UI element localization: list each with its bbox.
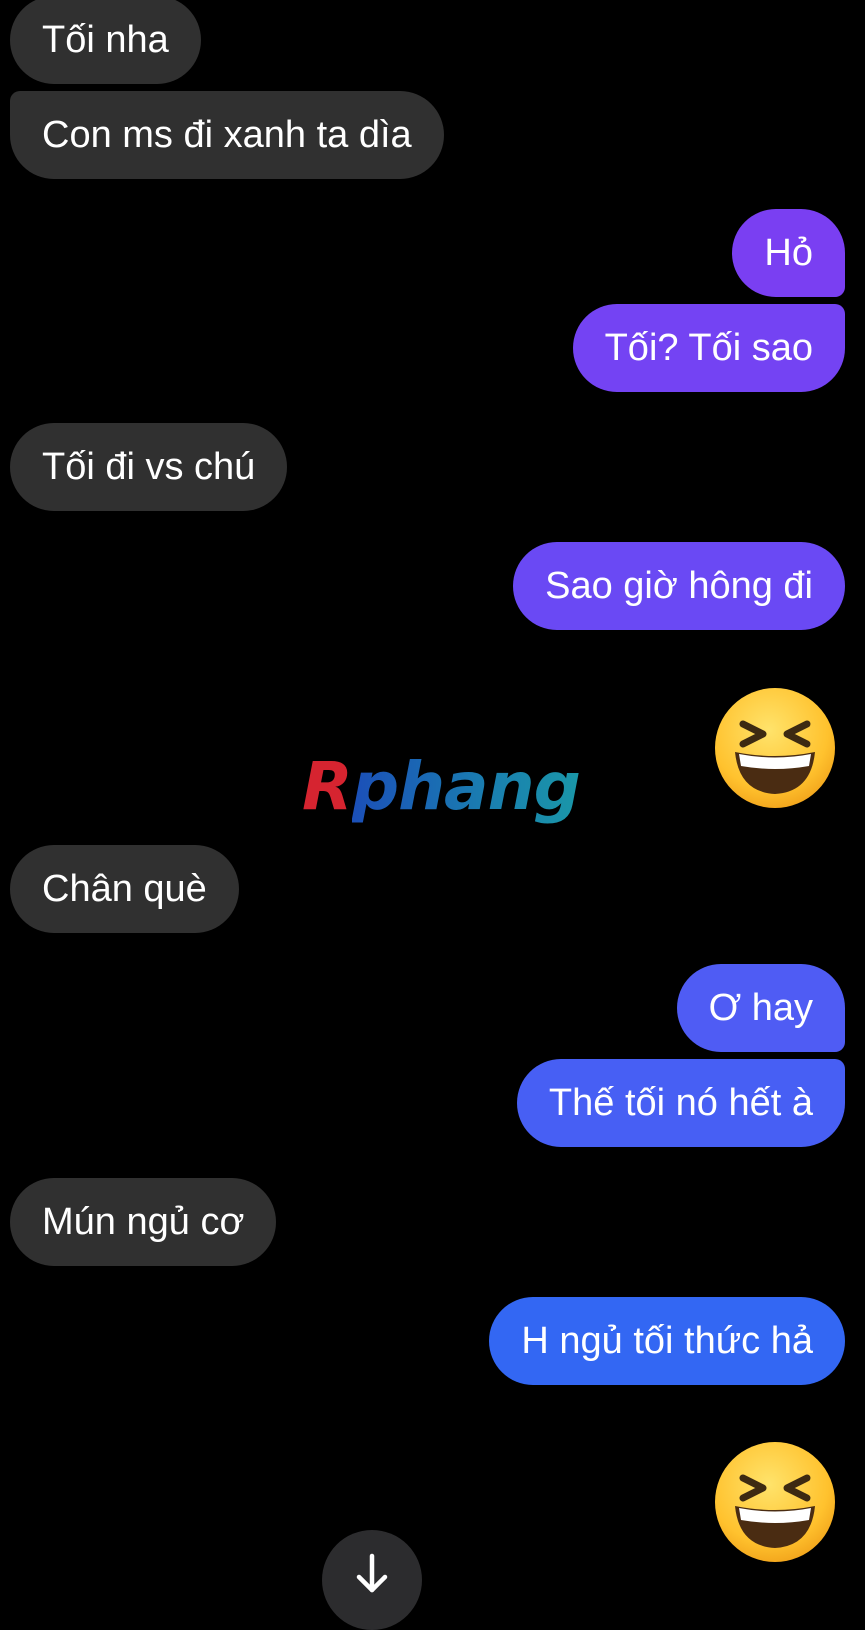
grinning-squinting-face-icon[interactable] [713, 1440, 837, 1564]
incoming-message[interactable]: Mún ngủ cơ [10, 1178, 277, 1266]
incoming-message[interactable]: Chân què [10, 845, 239, 933]
watermark-rest: phang [351, 748, 581, 825]
message-text: H ngủ tối thức hả [521, 1320, 813, 1362]
message-text: Tối nha [42, 19, 169, 61]
watermark-logo: Rphang [302, 752, 581, 822]
message-text: Tối? Tối sao [604, 327, 813, 369]
arrow-down-icon [356, 1553, 388, 1593]
message-text: Sao giờ hông đi [545, 565, 813, 607]
grinning-squinting-face-icon[interactable] [713, 686, 837, 810]
outgoing-message[interactable]: Hỏ [732, 209, 845, 297]
incoming-message[interactable]: Tối đi vs chú [10, 423, 288, 511]
outgoing-message[interactable]: Ơ hay [676, 964, 845, 1052]
scroll-to-bottom-button[interactable] [322, 1530, 422, 1630]
message-text: Chân què [42, 868, 207, 910]
outgoing-message[interactable]: Thế tối nó hết à [516, 1059, 845, 1147]
outgoing-message[interactable]: Sao giờ hông đi [513, 542, 845, 630]
message-text: Hỏ [764, 232, 813, 274]
message-text: Thế tối nó hết à [548, 1082, 813, 1124]
message-text: Ơ hay [708, 987, 813, 1029]
outgoing-message[interactable]: H ngủ tối thức hả [489, 1297, 845, 1385]
incoming-message[interactable]: Con ms đi xanh ta dìa [10, 91, 444, 179]
outgoing-message[interactable]: Tối? Tối sao [572, 304, 845, 392]
watermark-first-letter: R [302, 748, 353, 825]
message-text: Con ms đi xanh ta dìa [42, 114, 412, 156]
message-text: Tối đi vs chú [42, 446, 256, 488]
incoming-message[interactable]: Tối nha [10, 0, 201, 84]
message-text: Mún ngủ cơ [42, 1201, 245, 1243]
